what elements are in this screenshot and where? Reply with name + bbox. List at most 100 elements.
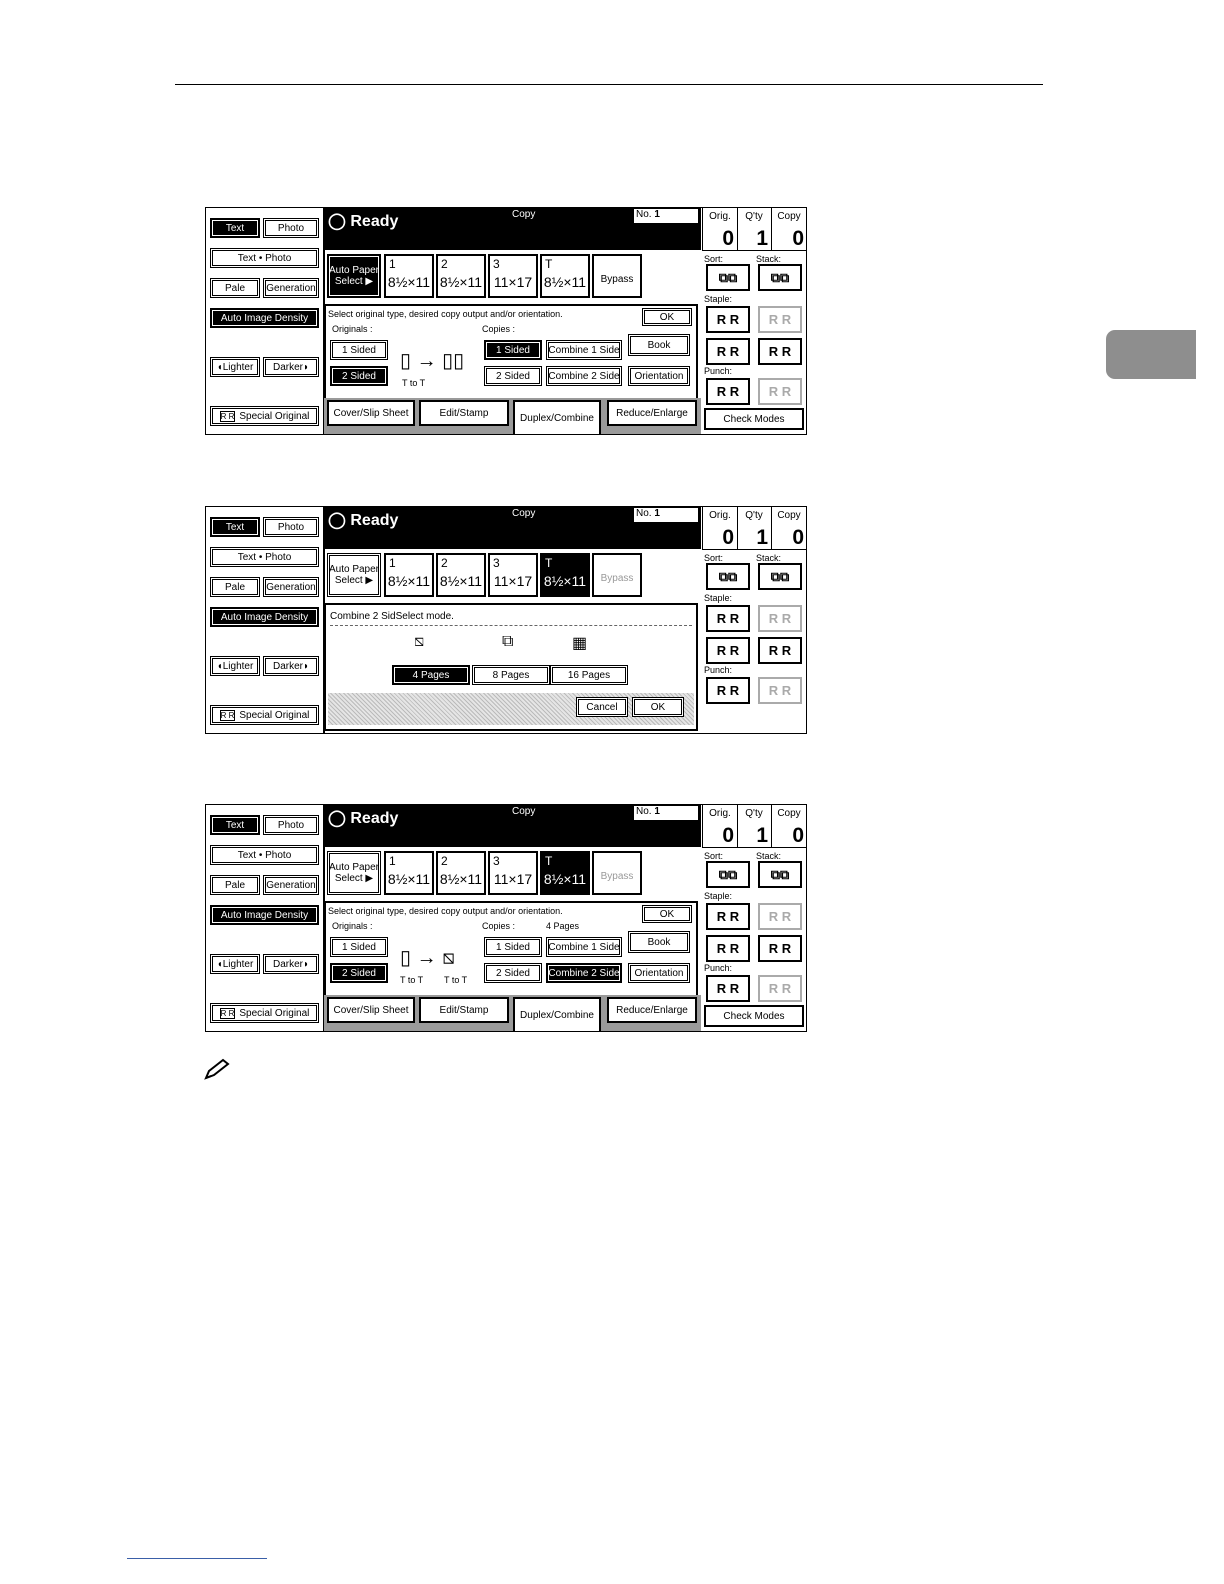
bypass-button[interactable]: Bypass (592, 553, 642, 597)
lighter-button[interactable]: ◖ Lighter (210, 357, 260, 377)
text-photo-button[interactable]: Text • Photo (210, 845, 319, 865)
auto-image-density-button[interactable]: Auto Image Density (210, 905, 319, 925)
darker-button[interactable]: Darker ◗ (263, 954, 319, 974)
bypass-button[interactable]: Bypass (592, 254, 642, 298)
special-original-button[interactable]: R R Special Original (210, 705, 319, 725)
tab-edit-stamp[interactable]: Edit/Stamp (419, 997, 509, 1023)
auto-paper-select-button[interactable]: Auto Paper Select ▶ (327, 553, 381, 597)
check-modes-button[interactable]: Check Modes (704, 1005, 804, 1027)
tab-reduce-enlarge[interactable]: Reduce/Enlarge (607, 400, 697, 426)
cancel-button[interactable]: Cancel (576, 697, 628, 717)
ok-button[interactable]: OK (642, 308, 692, 326)
copies-1-sided-button[interactable]: 1 Sided (484, 340, 542, 360)
text-button[interactable]: Text (210, 218, 260, 238)
tray-3-button[interactable]: 3 11×17 (488, 851, 538, 895)
special-original-button[interactable]: R R Special Original (210, 406, 319, 426)
originals-2-sided-button[interactable]: 2 Sided (330, 366, 388, 386)
copies-2-sided-button[interactable]: 2 Sided (484, 963, 542, 983)
stack-icon[interactable]: ⧉⧉ (758, 264, 802, 291)
punch-left-icon[interactable]: R R (706, 677, 750, 704)
punch-left-icon[interactable]: R R (706, 975, 750, 1002)
bypass-button[interactable]: Bypass (592, 851, 642, 895)
copies-1-sided-button[interactable]: 1 Sided (484, 937, 542, 957)
sort-icon[interactable]: ⧉⧉ (706, 563, 750, 590)
darker-button[interactable]: Darker ◗ (263, 357, 319, 377)
auto-paper-select-button[interactable]: Auto Paper Select ▶ (327, 851, 381, 895)
tray-t-button[interactable]: T 8½×11 (540, 553, 590, 597)
stack-icon[interactable]: ⧉⧉ (758, 861, 802, 888)
tray-1-button[interactable]: 1 8½×11 (384, 851, 434, 895)
stack-icon[interactable]: ⧉⧉ (758, 563, 802, 590)
pale-button[interactable]: Pale (210, 278, 260, 298)
staple-top-left-icon[interactable]: R R (706, 306, 750, 333)
tray-1-button[interactable]: 1 8½×11 (384, 254, 434, 298)
combine-2-side-button[interactable]: Combine 2 Side (546, 366, 622, 386)
pale-button[interactable]: Pale (210, 875, 260, 895)
staple-two-left-icon[interactable]: R R (706, 935, 750, 962)
staple-top-left-icon[interactable]: R R (706, 605, 750, 632)
lighter-button[interactable]: ◖ Lighter (210, 954, 260, 974)
staple-two-top-icon[interactable]: R R (758, 338, 802, 365)
punch-top-icon[interactable]: R R (758, 677, 802, 704)
tray-2-button[interactable]: 2 8½×11 (436, 553, 486, 597)
staple-top-left-icon[interactable]: R R (706, 903, 750, 930)
staple-top-right-icon[interactable]: R R (758, 903, 802, 930)
tray-2-button[interactable]: 2 8½×11 (436, 254, 486, 298)
originals-1-sided-button[interactable]: 1 Sided (330, 340, 388, 360)
tab-cover-slip-sheet[interactable]: Cover/Slip Sheet (327, 400, 415, 426)
originals-2-sided-button[interactable]: 2 Sided (330, 963, 388, 983)
punch-left-icon[interactable]: R R (706, 378, 750, 405)
copies-2-sided-button[interactable]: 2 Sided (484, 366, 542, 386)
book-button[interactable]: Book (628, 334, 690, 356)
tray-t-button[interactable]: T 8½×11 (540, 851, 590, 895)
orientation-button[interactable]: Orientation (628, 366, 690, 386)
punch-top-icon[interactable]: R R (758, 378, 802, 405)
tab-duplex-combine[interactable]: Duplex/Combine (513, 997, 601, 1031)
special-original-button[interactable]: R R Special Original (210, 1003, 319, 1023)
tray-3-button[interactable]: 3 11×17 (488, 553, 538, 597)
16-pages-button[interactable]: 16 Pages (550, 665, 628, 685)
sort-icon[interactable]: ⧉⧉ (706, 861, 750, 888)
orientation-button[interactable]: Orientation (628, 963, 690, 983)
punch-top-icon[interactable]: R R (758, 975, 802, 1002)
photo-button[interactable]: Photo (263, 218, 319, 238)
generation-button[interactable]: Generation (263, 577, 319, 597)
auto-paper-select-button[interactable]: Auto Paper Select ▶ (327, 254, 381, 298)
tray-t-button[interactable]: T 8½×11 (540, 254, 590, 298)
text-photo-button[interactable]: Text • Photo (210, 248, 319, 268)
4-pages-button[interactable]: 4 Pages (392, 665, 470, 685)
text-button[interactable]: Text (210, 815, 260, 835)
check-modes-button[interactable]: Check Modes (704, 408, 804, 430)
text-button[interactable]: Text (210, 517, 260, 537)
staple-top-right-icon[interactable]: R R (758, 605, 802, 632)
tab-cover-slip-sheet[interactable]: Cover/Slip Sheet (327, 997, 415, 1023)
lighter-button[interactable]: ◖ Lighter (210, 656, 260, 676)
auto-image-density-button[interactable]: Auto Image Density (210, 308, 319, 328)
darker-button[interactable]: Darker ◗ (263, 656, 319, 676)
tray-3-button[interactable]: 3 11×17 (488, 254, 538, 298)
staple-top-right-icon[interactable]: R R (758, 306, 802, 333)
staple-two-left-icon[interactable]: R R (706, 338, 750, 365)
tab-edit-stamp[interactable]: Edit/Stamp (419, 400, 509, 426)
book-button[interactable]: Book (628, 931, 690, 953)
combine-1-side-button[interactable]: Combine 1 Side (546, 340, 622, 360)
8-pages-button[interactable]: 8 Pages (472, 665, 550, 685)
ok-button[interactable]: OK (642, 905, 692, 923)
text-photo-button[interactable]: Text • Photo (210, 547, 319, 567)
tray-2-button[interactable]: 2 8½×11 (436, 851, 486, 895)
tab-reduce-enlarge[interactable]: Reduce/Enlarge (607, 997, 697, 1023)
combine-2-side-button[interactable]: Combine 2 Side (546, 963, 622, 983)
photo-button[interactable]: Photo (263, 517, 319, 537)
ok-button[interactable]: OK (632, 697, 684, 717)
generation-button[interactable]: Generation (263, 278, 319, 298)
combine-1-side-button[interactable]: Combine 1 Side (546, 937, 622, 957)
tray-1-button[interactable]: 1 8½×11 (384, 553, 434, 597)
generation-button[interactable]: Generation (263, 875, 319, 895)
staple-two-left-icon[interactable]: R R (706, 637, 750, 664)
auto-image-density-button[interactable]: Auto Image Density (210, 607, 319, 627)
photo-button[interactable]: Photo (263, 815, 319, 835)
staple-two-top-icon[interactable]: R R (758, 935, 802, 962)
staple-two-top-icon[interactable]: R R (758, 637, 802, 664)
sort-icon[interactable]: ⧉⧉ (706, 264, 750, 291)
pale-button[interactable]: Pale (210, 577, 260, 597)
